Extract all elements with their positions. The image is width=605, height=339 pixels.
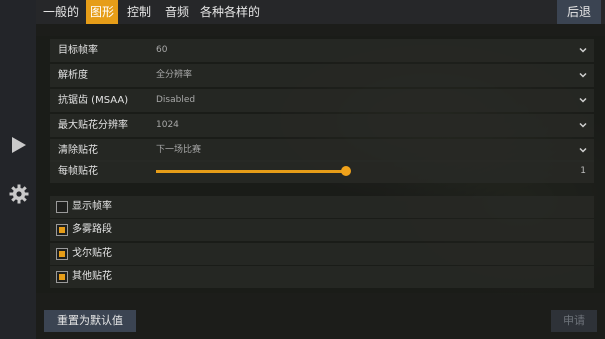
- play-icon[interactable]: [11, 136, 27, 154]
- setting-row-msaa[interactable]: 抗锯齿 (MSAA) Disabled: [50, 89, 594, 112]
- checkbox[interactable]: [56, 201, 68, 213]
- checkbox-label: 多雾路段: [72, 224, 112, 235]
- setting-label: 清除贴花: [58, 145, 98, 156]
- tab-general[interactable]: 一般的: [40, 0, 82, 24]
- checkbox-label: 其他贴花: [72, 271, 112, 282]
- setting-row-clear-decals[interactable]: 清除贴花 下一场比赛: [50, 139, 594, 162]
- slider-fill: [156, 170, 346, 173]
- checkbox[interactable]: [56, 224, 68, 236]
- setting-value: 60: [156, 45, 168, 55]
- setting-value: 全分辨率: [156, 70, 193, 80]
- setting-row-target-fps[interactable]: 目标帧率 60: [50, 39, 594, 62]
- slider-thumb[interactable]: [341, 166, 351, 176]
- chevron-down-icon[interactable]: [578, 45, 588, 55]
- slider-value: 1: [580, 166, 586, 176]
- checkbox-mark: [59, 251, 65, 257]
- checkbox-row-show-fps[interactable]: 显示帧率: [50, 196, 594, 218]
- checkbox-label: 戈尔贴花: [72, 248, 112, 259]
- checkbox-row-gore-decals[interactable]: 戈尔贴花: [50, 243, 594, 265]
- setting-label: 目标帧率: [58, 45, 98, 56]
- setting-row-decals-per-frame: 每帧贴花 1: [50, 160, 594, 183]
- setting-value: 1024: [156, 120, 179, 130]
- setting-label: 最大贴花分辨率: [58, 120, 128, 131]
- chevron-down-icon[interactable]: [578, 70, 588, 80]
- setting-label: 解析度: [58, 70, 88, 81]
- slider-label: 每帧贴花: [58, 166, 98, 177]
- chevron-down-icon[interactable]: [578, 145, 588, 155]
- chevron-down-icon[interactable]: [578, 120, 588, 130]
- checkbox-mark: [59, 227, 65, 233]
- tab-graphics[interactable]: 图形: [86, 0, 118, 24]
- tab-misc[interactable]: 各种各样的: [198, 0, 262, 24]
- tab-audio[interactable]: 音频: [160, 0, 194, 24]
- setting-row-resolution[interactable]: 解析度 全分辨率: [50, 64, 594, 87]
- setting-value: 下一场比赛: [156, 145, 202, 155]
- setting-label: 抗锯齿 (MSAA): [58, 95, 129, 106]
- reset-defaults-button[interactable]: 重置为默认值: [44, 310, 136, 332]
- back-button[interactable]: 后退: [557, 0, 601, 24]
- checkbox-row-other-decals[interactable]: 其他贴花: [50, 266, 594, 288]
- setting-row-decal-resolution[interactable]: 最大贴花分辨率 1024: [50, 114, 594, 137]
- decals-slider[interactable]: [156, 166, 351, 176]
- tab-controls[interactable]: 控制: [122, 0, 156, 24]
- checkbox-label: 显示帧率: [72, 201, 112, 212]
- checkbox-mark: [59, 274, 65, 280]
- chevron-down-icon[interactable]: [578, 95, 588, 105]
- checkbox[interactable]: [56, 271, 68, 283]
- apply-button[interactable]: 申请: [551, 310, 597, 332]
- left-sidebar: [0, 0, 36, 339]
- checkbox[interactable]: [56, 248, 68, 260]
- tab-bar: 一般的 图形 控制 音频 各种各样的: [36, 0, 605, 24]
- gear-icon[interactable]: [9, 184, 29, 204]
- checkbox-row-fog[interactable]: 多雾路段: [50, 219, 594, 241]
- setting-value: Disabled: [156, 95, 196, 105]
